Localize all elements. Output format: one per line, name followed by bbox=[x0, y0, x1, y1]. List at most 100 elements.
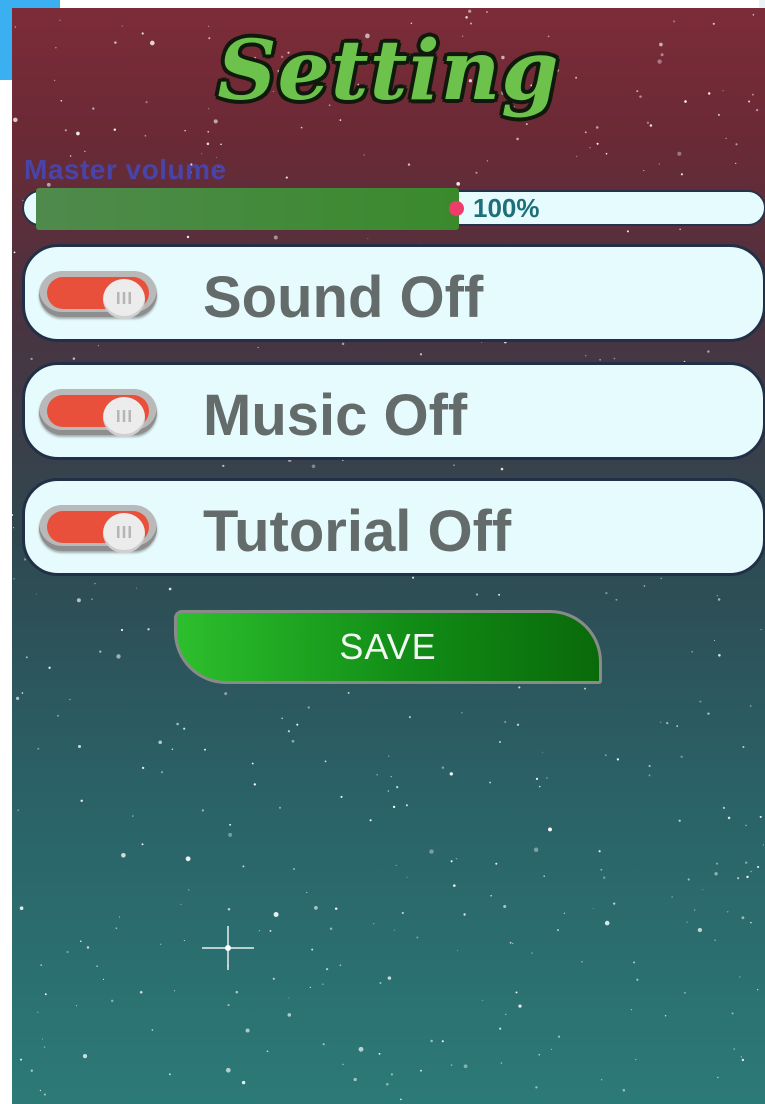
star bbox=[388, 755, 390, 757]
star bbox=[584, 131, 587, 134]
star bbox=[287, 1013, 292, 1017]
star bbox=[314, 906, 318, 910]
star bbox=[615, 598, 618, 601]
star bbox=[253, 783, 256, 786]
star bbox=[184, 129, 186, 132]
star bbox=[461, 712, 463, 714]
star bbox=[713, 639, 716, 641]
star bbox=[416, 936, 419, 939]
tutorial-toggle-switch[interactable] bbox=[39, 505, 157, 553]
star bbox=[183, 939, 185, 942]
star bbox=[456, 949, 458, 951]
star bbox=[141, 766, 145, 770]
star bbox=[201, 809, 205, 812]
star bbox=[420, 1069, 422, 1072]
star bbox=[455, 857, 458, 860]
music-toggle-row[interactable]: Music Off bbox=[22, 362, 765, 460]
toggle-switch-icon bbox=[103, 397, 145, 437]
star bbox=[207, 130, 210, 133]
star bbox=[311, 464, 316, 469]
star bbox=[222, 464, 225, 468]
master-volume-label: Master volume bbox=[24, 154, 227, 185]
star bbox=[503, 904, 507, 909]
sound-toggle-switch[interactable] bbox=[39, 271, 157, 319]
star bbox=[342, 1063, 344, 1066]
star bbox=[677, 151, 682, 156]
star bbox=[115, 927, 118, 930]
star bbox=[113, 128, 117, 131]
star bbox=[72, 357, 76, 360]
star bbox=[288, 997, 290, 999]
star bbox=[96, 965, 98, 967]
star bbox=[648, 764, 651, 768]
star bbox=[272, 977, 275, 980]
star bbox=[186, 235, 190, 239]
star bbox=[733, 1048, 736, 1050]
star bbox=[23, 558, 27, 561]
star bbox=[678, 819, 681, 822]
star bbox=[714, 939, 716, 941]
star bbox=[43, 1046, 46, 1048]
toggle-switch-icon bbox=[103, 513, 145, 553]
star bbox=[635, 1058, 637, 1061]
tutorial-toggle-row[interactable]: Tutorial Off bbox=[22, 478, 765, 576]
music-toggle-switch[interactable] bbox=[39, 389, 157, 437]
star bbox=[453, 884, 456, 887]
volume-slider-thumb[interactable] bbox=[449, 201, 464, 216]
star bbox=[737, 877, 740, 880]
star bbox=[489, 781, 491, 784]
star bbox=[82, 1053, 88, 1059]
star bbox=[369, 819, 372, 822]
star bbox=[21, 692, 24, 694]
star bbox=[697, 927, 703, 933]
star bbox=[660, 721, 662, 723]
star bbox=[390, 1073, 393, 1076]
star bbox=[613, 357, 616, 360]
star bbox=[664, 1015, 667, 1017]
star bbox=[750, 870, 752, 873]
star bbox=[363, 154, 365, 156]
star bbox=[531, 952, 533, 954]
star bbox=[80, 799, 83, 802]
star bbox=[666, 721, 669, 725]
star bbox=[429, 849, 434, 854]
star bbox=[518, 1004, 522, 1008]
star bbox=[42, 1038, 44, 1040]
star bbox=[183, 727, 186, 730]
star bbox=[227, 908, 231, 911]
star bbox=[242, 865, 245, 868]
star bbox=[742, 745, 745, 749]
star bbox=[613, 902, 616, 905]
star bbox=[135, 587, 137, 589]
star bbox=[475, 171, 478, 174]
star bbox=[225, 1067, 231, 1073]
star bbox=[516, 137, 519, 141]
star bbox=[405, 804, 408, 807]
star bbox=[187, 889, 190, 891]
star bbox=[745, 861, 748, 864]
star bbox=[599, 358, 601, 361]
save-button[interactable]: SAVE bbox=[174, 610, 602, 684]
star bbox=[633, 961, 636, 964]
star bbox=[693, 909, 696, 911]
toggle-switch-icon bbox=[103, 279, 145, 319]
star bbox=[456, 182, 461, 186]
sound-toggle-row[interactable]: Sound Off bbox=[22, 244, 765, 342]
star bbox=[99, 650, 102, 653]
star bbox=[228, 832, 233, 837]
star bbox=[699, 700, 702, 703]
star bbox=[726, 911, 729, 913]
star bbox=[322, 1043, 325, 1046]
star bbox=[626, 230, 629, 233]
star bbox=[509, 941, 512, 944]
star bbox=[387, 790, 390, 792]
star bbox=[486, 160, 488, 162]
star bbox=[707, 350, 710, 353]
star bbox=[680, 173, 683, 176]
star bbox=[144, 134, 147, 137]
star bbox=[759, 815, 762, 818]
star bbox=[75, 1005, 77, 1007]
star bbox=[407, 163, 411, 166]
star bbox=[750, 921, 752, 924]
star bbox=[339, 964, 342, 967]
